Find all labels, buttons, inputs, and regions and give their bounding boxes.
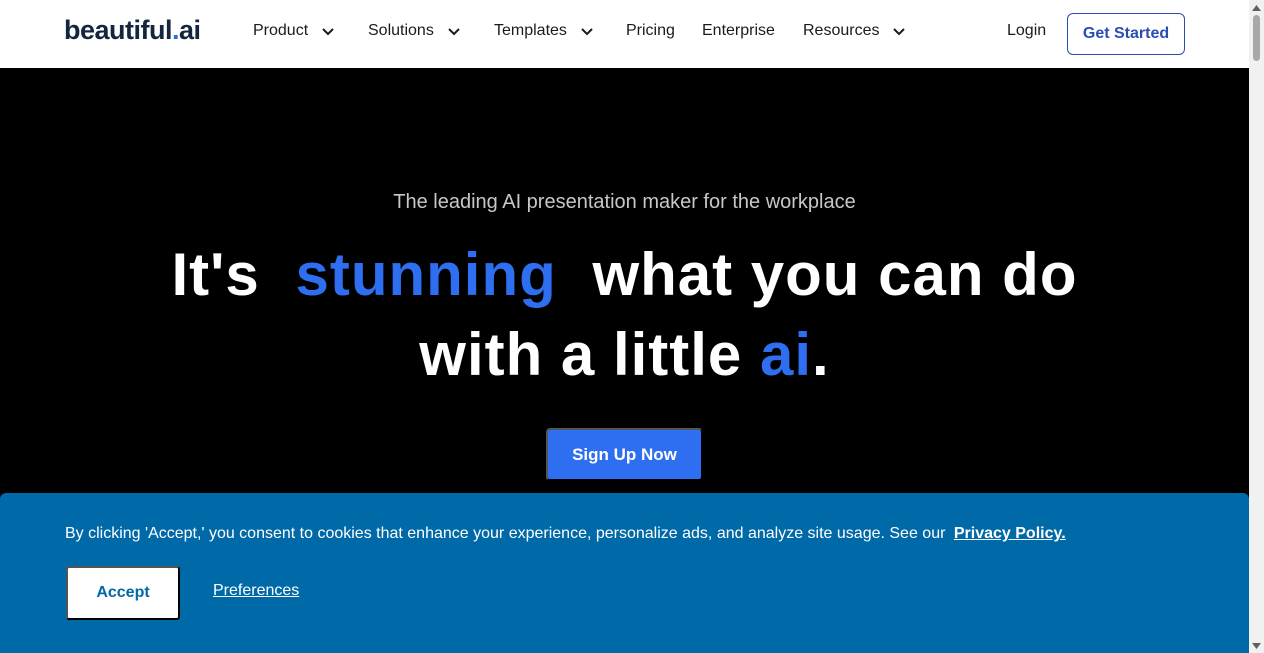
chevron-down-icon (891, 23, 907, 39)
headline-highlight: stunning (295, 241, 557, 308)
nav-item-solutions[interactable]: Solutions (368, 22, 462, 40)
nav-label: Enterprise (702, 22, 775, 39)
site-header: beautiful.ai Product Solutions Templates… (0, 0, 1249, 68)
login-link[interactable]: Login (1007, 22, 1046, 40)
cookie-banner: By clicking 'Accept,' you consent to coo… (0, 493, 1249, 653)
headline-text: what you can do (592, 241, 1078, 308)
nav-item-pricing[interactable]: Pricing (626, 22, 675, 40)
hero-headline-line1: It's stunning what you can do (0, 240, 1249, 309)
nav-label: Pricing (626, 22, 675, 39)
privacy-policy-link[interactable]: Privacy Policy. (954, 525, 1066, 542)
page: beautiful.ai Product Solutions Templates… (0, 0, 1249, 653)
headline-text: It's (171, 241, 260, 308)
nav-label: Templates (494, 22, 567, 39)
nav-label: Product (253, 22, 309, 39)
nav-item-resources[interactable]: Resources (803, 22, 907, 40)
cookie-preferences-link[interactable]: Preferences (213, 582, 299, 600)
accept-cookies-button[interactable]: Accept (66, 566, 180, 620)
hero-tagline: The leading AI presentation maker for th… (393, 191, 856, 213)
headline-period: . (812, 321, 830, 388)
nav-label: Solutions (368, 22, 434, 39)
scroll-up-arrow-icon[interactable] (1249, 0, 1264, 15)
cookie-consent-text: By clicking 'Accept,' you consent to coo… (65, 525, 1066, 543)
nav-label: Resources (803, 22, 880, 39)
chevron-down-icon (579, 23, 595, 39)
beautiful-ai-logo[interactable]: beautiful.ai (64, 15, 201, 46)
logo-ai: ai (179, 15, 201, 45)
nav-item-templates[interactable]: Templates (494, 22, 595, 40)
logo-text: beautiful (64, 15, 173, 45)
nav-item-enterprise[interactable]: Enterprise (702, 22, 775, 40)
chevron-down-icon (320, 23, 336, 39)
headline-text: with a little (419, 321, 743, 388)
hero-headline-line2: with a little ai. (0, 320, 1249, 389)
page-scrollbar[interactable] (1249, 0, 1264, 653)
scrollbar-thumb[interactable] (1253, 15, 1260, 61)
chevron-down-icon (446, 23, 462, 39)
headline-highlight: ai (759, 321, 813, 388)
logo-dot: . (172, 15, 180, 45)
scroll-down-arrow-icon[interactable] (1249, 638, 1264, 653)
cookie-message: By clicking 'Accept,' you consent to coo… (65, 525, 946, 542)
nav-item-product[interactable]: Product (253, 22, 336, 40)
get-started-button[interactable]: Get Started (1067, 13, 1185, 55)
sign-up-now-button[interactable]: Sign Up Now (546, 428, 703, 481)
